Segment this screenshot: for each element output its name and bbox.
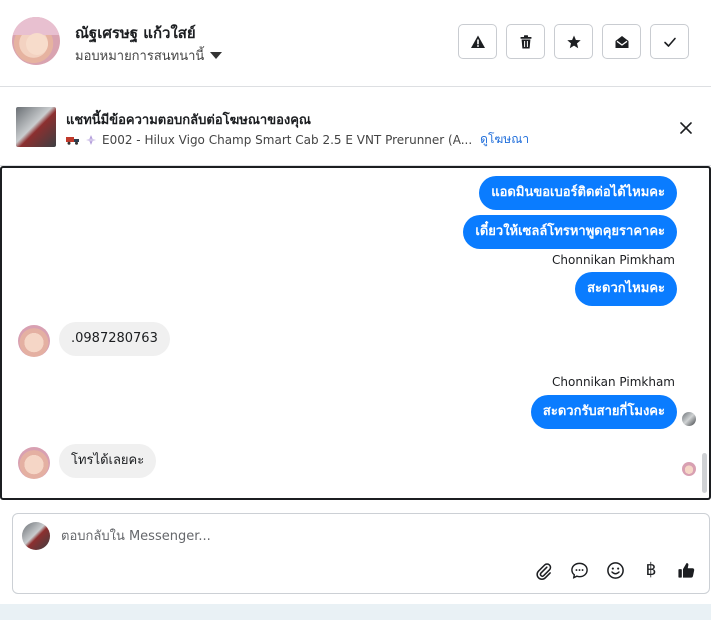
payment-button[interactable]: ฿: [640, 559, 662, 581]
saved-replies-button[interactable]: [568, 559, 590, 581]
trash-icon: [520, 34, 531, 48]
read-receipt-avatar: [682, 462, 696, 476]
assign-conversation-dropdown[interactable]: มอบหมายการสนทนานี้: [75, 45, 223, 66]
truck-icon: [66, 136, 79, 145]
sparkle-icon: [86, 134, 96, 145]
report-icon: [470, 35, 485, 48]
star-button[interactable]: [554, 24, 593, 59]
ad-thumbnail[interactable]: [16, 107, 56, 147]
ad-banner-title: แชทนี้มีข้อความตอบกลับต่อโฆษณาของคุณ: [66, 113, 311, 128]
avatar-face: [26, 33, 48, 55]
check-icon: [663, 37, 676, 47]
contact-avatar[interactable]: [12, 17, 60, 65]
sender-name: Chonnikan Pimkham: [552, 253, 675, 267]
emoji-button[interactable]: [604, 559, 626, 581]
delete-button[interactable]: [506, 24, 545, 59]
star-icon: [566, 35, 581, 48]
chat-bubble-icon: [570, 562, 588, 579]
reply-composer: ฿: [12, 513, 710, 594]
like-button[interactable]: [675, 559, 697, 581]
outgoing-message[interactable]: เดี๋ยวให้เซลล์โทรหาพูดคุยราคาคะ: [463, 215, 677, 249]
ad-reply-banner: แชทนี้มีข้อความตอบกลับต่อโฆษณาของคุณ E00…: [0, 88, 711, 166]
message-thread[interactable]: แอดมินขอเบอร์ติดต่อได้ไหมคะ เดี๋ยวให้เซล…: [0, 166, 711, 500]
close-icon: [680, 122, 692, 134]
page-avatar: [22, 522, 50, 550]
paperclip-icon: [535, 562, 551, 580]
assign-label: มอบหมายการสนทนานี้: [75, 49, 205, 64]
ad-product-line: E002 - Hilux Vigo Champ Smart Cab 2.5 E …: [66, 130, 529, 149]
contact-name[interactable]: ณัฐเศรษฐ แก้วใสย์: [75, 21, 196, 45]
sender-name: Chonnikan Pimkham: [552, 375, 675, 389]
baht-icon: ฿: [645, 560, 657, 580]
outgoing-message[interactable]: สะดวกรับสายกี่โมงคะ: [530, 395, 677, 429]
thumbs-up-icon: [677, 562, 694, 578]
view-ad-link[interactable]: ดูโฆษณา: [480, 130, 529, 149]
thread-scrollbar[interactable]: [702, 453, 707, 493]
contact-avatar-small: [18, 325, 50, 357]
conversation-header: ณัฐเศรษฐ แก้วใสย์ มอบหมายการสนทนานี้: [0, 0, 711, 87]
outgoing-message[interactable]: สะดวกไหมคะ: [575, 272, 677, 306]
ad-product-name: E002 - Hilux Vigo Champ Smart Cab 2.5 E …: [102, 132, 473, 147]
footer-strip: [0, 604, 711, 620]
mark-done-button[interactable]: [650, 24, 689, 59]
attach-button[interactable]: [532, 559, 554, 581]
mark-unread-button[interactable]: [602, 24, 641, 59]
seen-avatar: [682, 412, 696, 426]
caret-down-icon: [210, 52, 223, 59]
report-button[interactable]: [458, 24, 497, 59]
outgoing-message[interactable]: แอดมินขอเบอร์ติดต่อได้ไหมคะ: [479, 176, 677, 210]
smiley-icon: [606, 561, 624, 579]
reply-input[interactable]: [61, 524, 661, 548]
mark-unread-icon: [615, 35, 628, 48]
contact-avatar-small: [18, 447, 50, 479]
incoming-message[interactable]: .0987280763: [59, 322, 170, 356]
close-banner-button[interactable]: [676, 118, 696, 138]
incoming-message[interactable]: โทรได้เลยคะ: [59, 444, 157, 478]
